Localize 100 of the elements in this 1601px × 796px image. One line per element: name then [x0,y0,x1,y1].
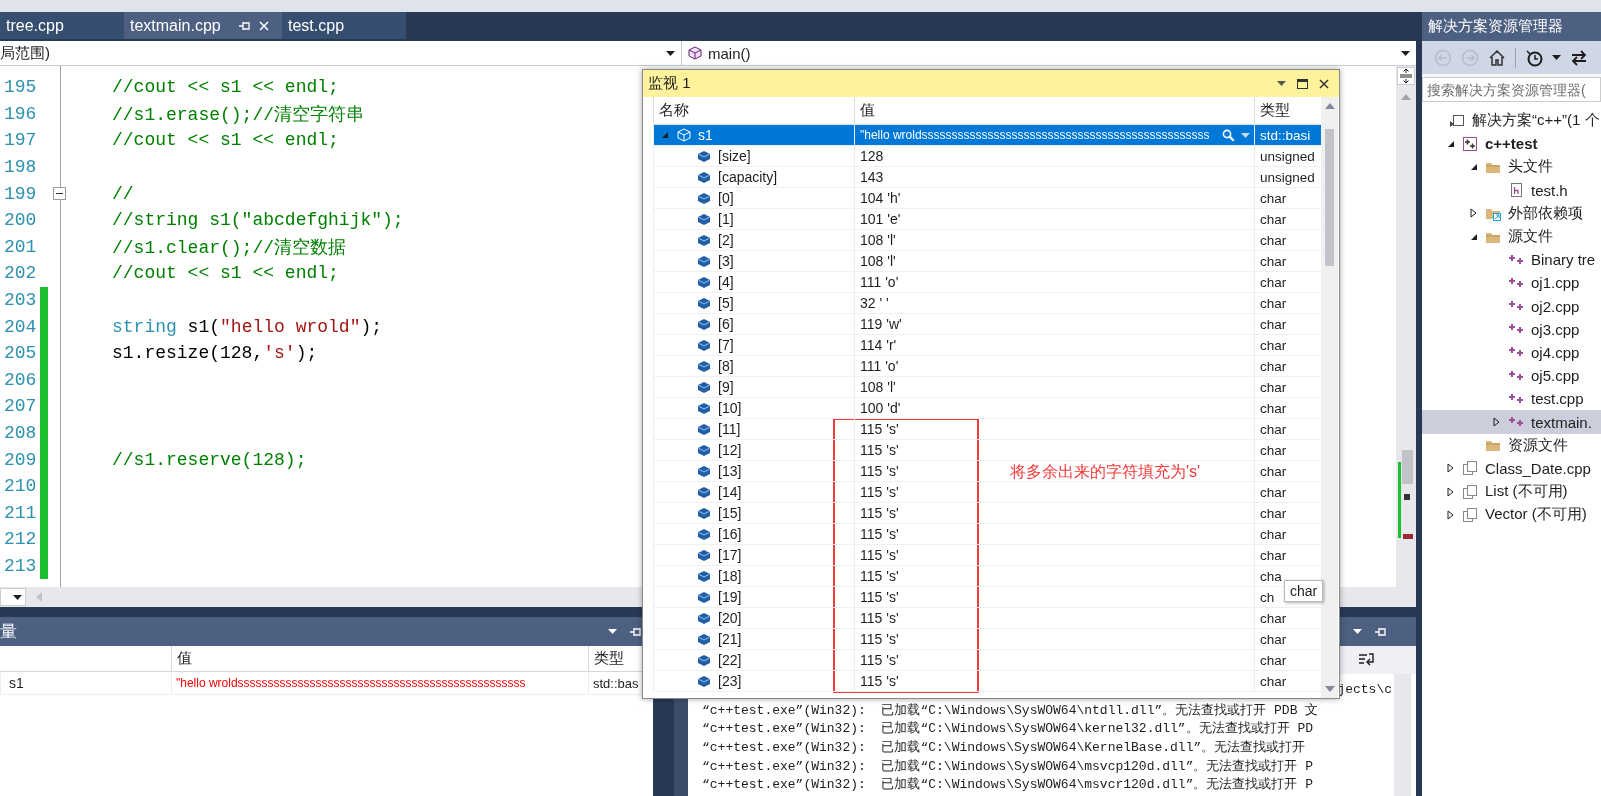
variable-name: [20] [718,610,742,626]
line-number: 198 [3,157,38,178]
output-line: “c++test.exe”(Win32): 已加载“C:\Windows\SysWOW64\KernelBase.dll”。无法查找或打开 [702,740,1306,756]
variable-value: 115 's' [860,568,899,584]
variable-name: [4] [718,274,734,290]
variable-value: 115 's' [860,463,899,479]
line-number: 195 [3,77,38,98]
variable-name: s1 [698,127,713,143]
variable-name: [14] [718,484,742,500]
panel-title: 量 [0,621,18,643]
line-number: 208 [3,423,38,443]
variable-value: 111 'o' [860,358,899,374]
code-line: //s1.erase();//清空字符串 [112,103,365,126]
variable-value: 101 'e' [860,211,901,227]
variable-type: char [1260,505,1287,521]
variable-value: 115 's' [860,547,899,563]
code-line: //cout << s1 << endl; [112,130,339,151]
variable-type: char [1260,232,1287,248]
variable-name: [6] [718,316,734,332]
variable-name: [11] [718,421,741,437]
variable-type: std::bas [588,672,640,694]
code-line: //cout << s1 << endl; [112,263,339,284]
line-number: 203 [3,290,38,311]
variable-name: [12] [718,442,742,458]
variable-type: char [1260,610,1287,626]
variable-type: char [1260,547,1287,563]
annotation-text: 将多余出来的字符填充为's' [1010,462,1201,482]
line-number: 213 [3,556,38,576]
variable-name: [13] [718,463,742,479]
variable-value: 143 [860,169,884,185]
variable-name: [22] [718,652,742,668]
variable-type: char [1260,673,1287,689]
line-number: 210 [3,476,38,497]
variable-type: char [1260,190,1287,206]
variable-value: 32 ' ' [860,295,889,311]
line-number: 200 [3,210,38,231]
code-line: s1.resize(128,'s'); [112,343,318,364]
line-number: 206 [3,369,38,390]
variable-value: 108 'l' [860,253,896,269]
variable-name: s1 [0,672,171,694]
variable-type: unsigned [1260,169,1315,185]
variable-name: [2] [718,232,734,248]
line-number: 201 [3,236,38,257]
variable-type: char [1260,484,1287,500]
variable-value: 100 'd' [860,400,901,416]
code-line: //cout << s1 << endl; [112,77,339,98]
variable-value: "hello wroldssssssssssssssssssssssssssssssssssssssssssssssss [171,672,588,694]
variable-type: char [1260,526,1287,542]
variable-name: [16] [718,526,742,542]
variable-value: 115 's' [860,652,899,668]
variable-name: [17] [718,547,742,563]
variable-name: [18] [718,568,742,584]
variable-type: cha [1260,568,1282,584]
code-line: //s1.reserve(128); [112,449,307,470]
variable-name: [size] [718,148,751,164]
variable-value: 115 's' [860,442,899,458]
variable-value: 128 [860,148,884,164]
variable-type: char [1260,442,1287,458]
output-line: jects\c [1337,682,1392,699]
variable-type: char [1260,400,1287,416]
output-line: “c++test.exe”(Win32): 已加载“C:\Windows\SysWOW64\msvcp120d.dll”。无法查找或打开 P [702,758,1314,774]
variable-value: "hello wroldssssssssssssssssssssssssssssssssssssssssssssssss [860,128,1210,142]
line-number: 205 [3,343,38,364]
line-number: 199 [3,183,38,204]
code-line: // [112,183,134,204]
variable-name: [3] [718,253,734,269]
variable-name: [21] [718,631,742,647]
panel-title: 解决方案资源管理器 [1422,12,1601,41]
line-number: 207 [3,396,38,417]
variable-type: char [1260,253,1287,269]
variable-type: char [1260,211,1287,227]
line-number: 202 [3,263,38,284]
tooltip: char [1284,580,1324,602]
variable-name: [15] [718,505,742,521]
variable-name: [7] [718,337,734,353]
variable-name: [capacity] [718,169,778,185]
code-line: string s1("hello wrold"); [112,316,383,337]
line-number: 211 [3,502,38,523]
variable-value: 114 'r' [860,337,897,353]
variable-name: [19] [718,589,742,605]
variable-type: char [1260,652,1287,668]
variable-name: [10] [718,400,742,416]
variable-name: [9] [718,379,734,395]
variable-type: char [1260,631,1287,647]
output-line: “c++test.exe”(Win32): 已加载“C:\Windows\SysWOW64\kernel32.dll”。无法查找或打开 PD [702,721,1314,737]
variable-value: 104 'h' [860,190,901,206]
variable-value: 108 'l' [860,379,896,395]
variable-value: 115 's' [860,631,899,647]
variable-value: 108 'l' [860,232,896,248]
variable-name: [23] [718,673,742,689]
variable-value: 115 's' [860,421,899,437]
line-number: 197 [3,130,38,151]
variable-value: 115 's' [860,484,899,500]
line-number: 196 [3,103,38,124]
variable-value: 115 's' [860,526,899,542]
variable-type: char [1260,379,1287,395]
output-line: “c++test.exe”(Win32): 已加载“C:\Windows\SysWOW64\msvcr120d.dll”。无法查找或打开 P [702,777,1314,793]
variable-type: char [1260,358,1287,374]
line-number: 212 [3,529,38,550]
variable-name: [8] [718,358,734,374]
